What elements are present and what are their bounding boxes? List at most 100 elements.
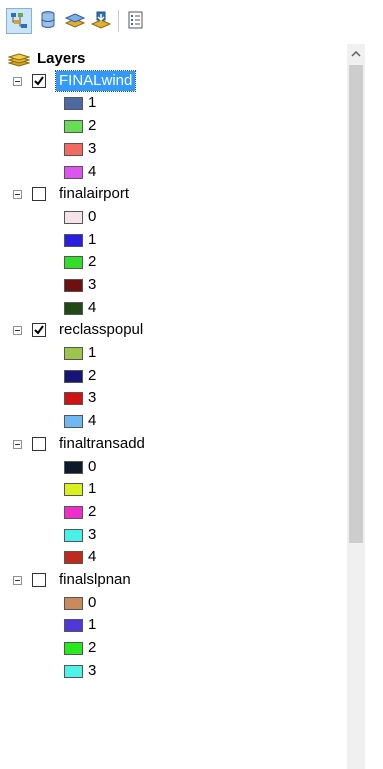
collapse-icon[interactable] xyxy=(13,190,22,199)
legend-class-label: 0 xyxy=(88,594,97,611)
legend-swatch[interactable] xyxy=(64,529,83,542)
layer-row[interactable]: FINALwind xyxy=(0,70,346,93)
layer-visibility-checkbox[interactable] xyxy=(32,74,46,88)
vertical-scrollbar[interactable] xyxy=(347,44,365,769)
legend-swatch[interactable] xyxy=(64,551,83,564)
legend-class-row[interactable]: 1 xyxy=(0,230,346,252)
legend-class-row[interactable]: 3 xyxy=(0,388,346,410)
legend-swatch[interactable] xyxy=(64,143,83,156)
layer-visibility-checkbox[interactable] xyxy=(32,323,46,337)
legend-class-label: 3 xyxy=(88,389,97,406)
layer-visibility-checkbox[interactable] xyxy=(32,573,46,587)
legend-swatch[interactable] xyxy=(64,642,83,655)
toolbar-separator xyxy=(118,10,119,32)
legend-class-row[interactable]: 2 xyxy=(0,252,346,274)
legend-swatch[interactable] xyxy=(64,120,83,133)
legend-swatch[interactable] xyxy=(64,211,83,224)
legend-swatch[interactable] xyxy=(64,665,83,678)
scroll-up-arrow-icon[interactable] xyxy=(347,44,365,64)
legend-swatch[interactable] xyxy=(64,619,83,632)
legend-swatch[interactable] xyxy=(64,279,83,292)
legend-swatch[interactable] xyxy=(64,506,83,519)
legend-class-label: 1 xyxy=(88,94,97,111)
legend-class-row[interactable]: 1 xyxy=(0,93,346,115)
legend-class-label: 4 xyxy=(88,299,97,316)
legend-class-label: 3 xyxy=(88,140,97,157)
legend-class-label: 3 xyxy=(88,662,97,679)
layers-stack-icon xyxy=(7,52,31,73)
list-by-source-icon[interactable] xyxy=(36,8,62,34)
legend-class-label: 0 xyxy=(88,208,97,225)
legend-class-row[interactable]: 0 xyxy=(0,207,346,229)
legend-class-row[interactable]: 4 xyxy=(0,298,346,320)
list-by-drawing-order-icon[interactable] xyxy=(6,8,32,34)
layer-visibility-checkbox[interactable] xyxy=(32,187,46,201)
legend-class-row[interactable]: 2 xyxy=(0,502,346,524)
layers-root-row[interactable]: Layers xyxy=(0,48,346,70)
collapse-icon[interactable] xyxy=(13,576,22,585)
legend-swatch[interactable] xyxy=(64,392,83,405)
legend-class-row[interactable]: 2 xyxy=(0,366,346,388)
legend-swatch[interactable] xyxy=(64,97,83,110)
legend-class-row[interactable]: 4 xyxy=(0,162,346,184)
layer-name-label[interactable]: reclasspopul xyxy=(56,320,146,340)
options-icon[interactable] xyxy=(124,8,150,34)
legend-class-row[interactable]: 1 xyxy=(0,615,346,637)
collapse-icon[interactable] xyxy=(13,77,22,86)
legend-swatch[interactable] xyxy=(64,234,83,247)
layer-row[interactable]: finaltransadd xyxy=(0,434,346,456)
legend-class-label: 4 xyxy=(88,163,97,180)
layer-name-label[interactable]: finalairport xyxy=(56,184,132,204)
table-of-contents-panel: Layers FINALwind 1 2 3 4 finalairport 0 1 2 3 4 rec… xyxy=(0,0,383,769)
layer-row[interactable]: finalslpnan xyxy=(0,570,346,592)
layer-name-label[interactable]: finaltransadd xyxy=(56,434,148,454)
legend-swatch[interactable] xyxy=(64,483,83,496)
legend-class-row[interactable]: 0 xyxy=(0,457,346,479)
legend-class-row[interactable]: 3 xyxy=(0,139,346,161)
legend-class-label: 1 xyxy=(88,480,97,497)
legend-class-label: 1 xyxy=(88,231,97,248)
collapse-icon[interactable] xyxy=(13,440,22,449)
legend-class-label: 0 xyxy=(88,458,97,475)
legend-swatch[interactable] xyxy=(64,461,83,474)
legend-class-row[interactable]: 4 xyxy=(0,411,346,433)
legend-swatch[interactable] xyxy=(64,302,83,315)
legend-class-label: 1 xyxy=(88,616,97,633)
legend-class-label: 4 xyxy=(88,548,97,565)
legend-class-row[interactable]: 0 xyxy=(0,593,346,615)
legend-swatch[interactable] xyxy=(64,415,83,428)
legend-swatch[interactable] xyxy=(64,347,83,360)
legend-class-label: 4 xyxy=(88,412,97,429)
legend-swatch[interactable] xyxy=(64,256,83,269)
layer-name-label[interactable]: FINALwind xyxy=(54,70,137,92)
legend-class-row[interactable]: 1 xyxy=(0,343,346,365)
legend-class-row[interactable]: 2 xyxy=(0,116,346,138)
layer-tree: Layers FINALwind 1 2 3 4 finalairport 0 1 2 3 4 rec… xyxy=(0,44,346,769)
list-by-visibility-icon[interactable] xyxy=(62,8,88,34)
legend-swatch[interactable] xyxy=(64,597,83,610)
layer-visibility-checkbox[interactable] xyxy=(32,437,46,451)
legend-class-label: 3 xyxy=(88,526,97,543)
legend-class-row[interactable]: 1 xyxy=(0,479,346,501)
scroll-thumb[interactable] xyxy=(349,65,363,543)
toc-toolbar xyxy=(0,0,383,44)
layer-name-label[interactable]: finalslpnan xyxy=(56,570,134,590)
layer-row[interactable]: reclasspopul xyxy=(0,320,346,342)
legend-class-row[interactable]: 3 xyxy=(0,661,346,683)
legend-class-row[interactable]: 3 xyxy=(0,275,346,297)
legend-swatch[interactable] xyxy=(64,166,83,179)
collapse-icon[interactable] xyxy=(13,326,22,335)
layer-row[interactable]: finalairport xyxy=(0,184,346,206)
legend-class-row[interactable]: 4 xyxy=(0,547,346,569)
legend-class-label: 2 xyxy=(88,367,97,384)
legend-class-row[interactable]: 2 xyxy=(0,638,346,660)
legend-class-label: 2 xyxy=(88,503,97,520)
legend-class-label: 2 xyxy=(88,253,97,270)
legend-class-label: 2 xyxy=(88,117,97,134)
legend-class-label: 2 xyxy=(88,639,97,656)
legend-class-label: 3 xyxy=(88,276,97,293)
list-by-selection-icon[interactable] xyxy=(88,8,114,34)
legend-swatch[interactable] xyxy=(64,370,83,383)
layers-root-label: Layers xyxy=(37,50,86,67)
legend-class-row[interactable]: 3 xyxy=(0,525,346,547)
